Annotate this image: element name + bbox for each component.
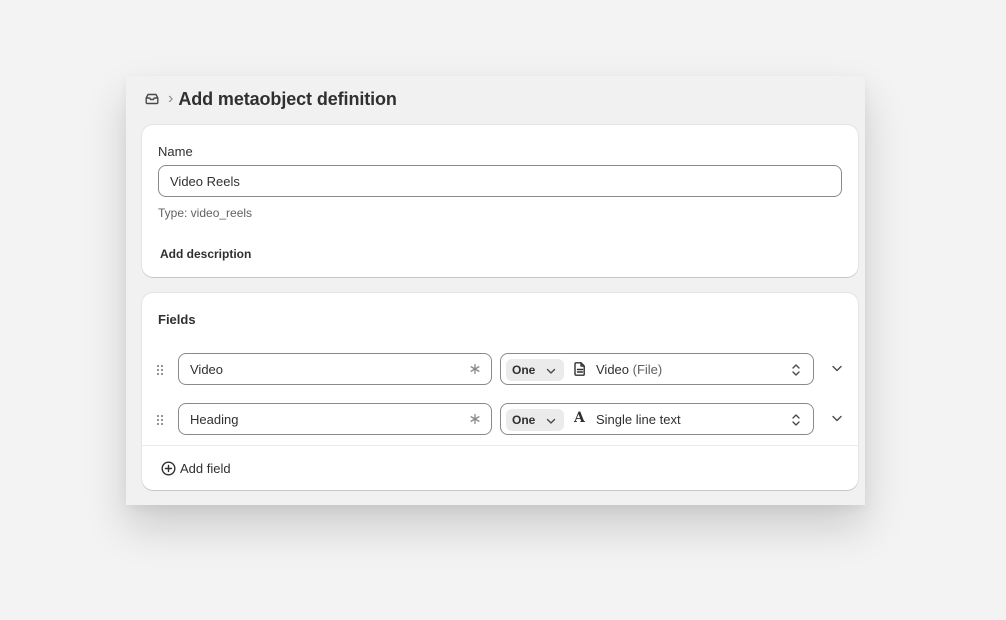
field-type-select[interactable]: One Video (File) [500, 353, 814, 385]
field-type-label: Single line text [596, 412, 681, 427]
field-type-name: Video [596, 362, 630, 377]
cardinality-label: One [512, 413, 536, 427]
text-icon: A [574, 410, 585, 426]
add-field-button[interactable]: Add field [157, 459, 231, 477]
select-arrows-icon [791, 412, 801, 428]
file-icon [572, 361, 588, 377]
expand-chevron-icon[interactable] [830, 361, 844, 375]
field-type-label: Video (File) [596, 362, 662, 377]
field-type-sub: (File) [632, 362, 663, 377]
drag-handle-icon[interactable] [154, 412, 166, 428]
name-input[interactable] [158, 165, 842, 197]
field-row-video: One Video (File) [142, 345, 858, 395]
breadcrumb: › Add metaobject definition [144, 87, 397, 111]
field-name-field [178, 353, 492, 385]
breadcrumb-separator: › [168, 90, 174, 107]
drag-handle-icon[interactable] [154, 362, 166, 378]
field-row-heading: One A Single line text [142, 395, 858, 446]
chevron-down-icon [545, 415, 557, 427]
cardinality-label: One [512, 363, 536, 377]
name-label: Name [158, 144, 193, 159]
fields-card: Fields One [142, 293, 858, 490]
plus-circle-icon [161, 460, 176, 476]
type-helper-text: Type: video_reels [158, 206, 253, 220]
cardinality-select[interactable]: One [506, 409, 564, 431]
field-name-input[interactable] [179, 404, 481, 434]
page-title: Add metaobject definition [178, 88, 397, 109]
select-arrows-icon [791, 362, 801, 378]
name-card: Name Type: video_reels Add description [142, 125, 858, 277]
add-description-button[interactable]: Add description [160, 247, 251, 261]
app-window: › Add metaobject definition Name Type: v… [126, 76, 865, 505]
field-type-select[interactable]: One A Single line text [500, 403, 814, 435]
asterisk-icon [469, 363, 481, 375]
metaobject-icon[interactable] [144, 91, 160, 107]
cardinality-select[interactable]: One [506, 359, 564, 381]
expand-chevron-icon[interactable] [830, 411, 844, 425]
asterisk-icon [469, 413, 481, 425]
field-name-input[interactable] [179, 354, 481, 384]
add-field-label: Add field [180, 460, 231, 476]
fields-title: Fields [158, 312, 196, 327]
field-name-field [178, 403, 492, 435]
chevron-down-icon [545, 365, 557, 377]
